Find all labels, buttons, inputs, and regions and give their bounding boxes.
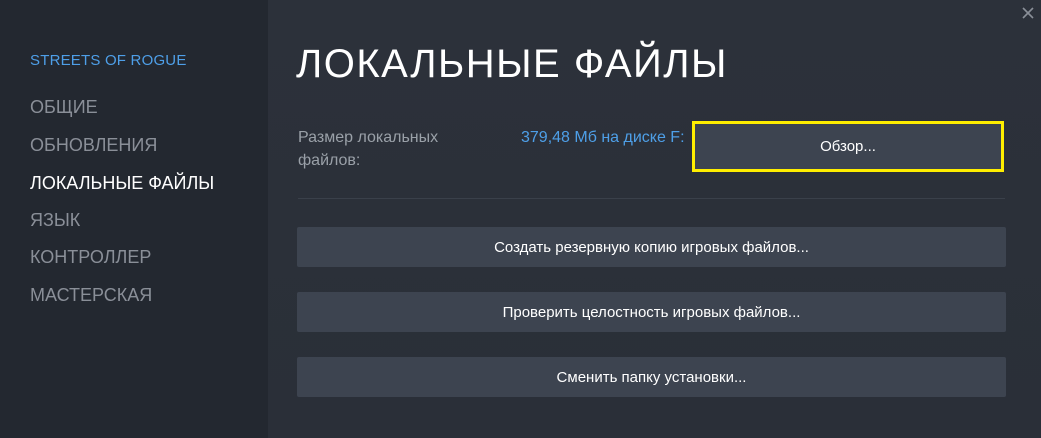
local-files-size-label: Размер локальных файлов: (298, 129, 439, 169)
sidebar-item-local-files[interactable]: ЛОКАЛЬНЫЕ ФАЙЛЫ (30, 173, 214, 194)
sidebar-item-controller[interactable]: КОНТРОЛЛЕР (30, 247, 151, 268)
local-files-size-value[interactable]: 379,48 Мб на диске F: (521, 126, 691, 149)
divider (298, 198, 1005, 199)
close-button[interactable] (1019, 4, 1037, 22)
sidebar: STREETS OF ROGUE ОБЩИЕ ОБНОВЛЕНИЯ ЛОКАЛЬ… (0, 0, 268, 438)
sidebar-item-general[interactable]: ОБЩИЕ (30, 97, 98, 118)
close-icon[interactable] (1019, 4, 1037, 22)
backup-game-files-button[interactable]: Создать резервную копию игровых файлов..… (297, 227, 1006, 267)
browse-button[interactable]: Обзор... (692, 121, 1004, 172)
page-title: ЛОКАЛЬНЫЕ ФАЙЛЫ (296, 42, 728, 86)
sidebar-item-updates[interactable]: ОБНОВЛЕНИЯ (30, 135, 157, 156)
sidebar-item-language[interactable]: ЯЗЫК (30, 210, 80, 231)
sidebar-item-workshop[interactable]: МАСТЕРСКАЯ (30, 285, 152, 306)
verify-integrity-button[interactable]: Проверить целостность игровых файлов... (297, 292, 1006, 332)
move-install-folder-button[interactable]: Сменить папку установки... (297, 357, 1006, 397)
game-title: STREETS OF ROGUE (30, 52, 187, 69)
